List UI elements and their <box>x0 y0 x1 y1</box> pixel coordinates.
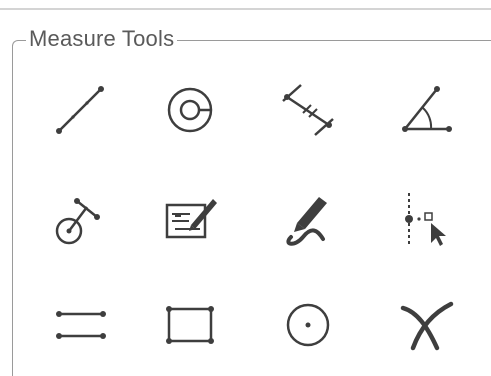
point-to-line-icon <box>405 193 446 247</box>
parallel-distance-icon <box>282 84 334 136</box>
circle-center-icon <box>286 303 330 347</box>
circle-center-button[interactable] <box>270 290 346 360</box>
rectangle-button[interactable] <box>152 290 228 360</box>
angle-measure-button[interactable] <box>388 75 464 145</box>
circle-tangent-icon <box>55 198 100 245</box>
parallel-lines-button[interactable] <box>42 290 118 360</box>
curve-x-icon <box>400 301 454 351</box>
line-measure-icon <box>56 86 104 134</box>
circle-radius-button[interactable] <box>152 75 228 145</box>
line-measure-button[interactable] <box>42 75 118 145</box>
annotation-note-icon <box>165 199 217 239</box>
circle-tangent-button[interactable] <box>42 185 118 255</box>
parallel-distance-button[interactable] <box>270 75 346 145</box>
freehand-draw-icon <box>286 197 327 246</box>
angle-measure-icon <box>402 86 452 132</box>
tool-grid <box>0 0 491 376</box>
rectangle-icon <box>166 306 214 344</box>
annotation-note-button[interactable] <box>152 185 228 255</box>
parallel-lines-icon <box>56 311 106 339</box>
circle-radius-icon <box>167 87 213 133</box>
point-to-line-button[interactable] <box>388 185 464 255</box>
curve-x-button[interactable] <box>388 290 464 360</box>
freehand-draw-button[interactable] <box>270 185 346 255</box>
